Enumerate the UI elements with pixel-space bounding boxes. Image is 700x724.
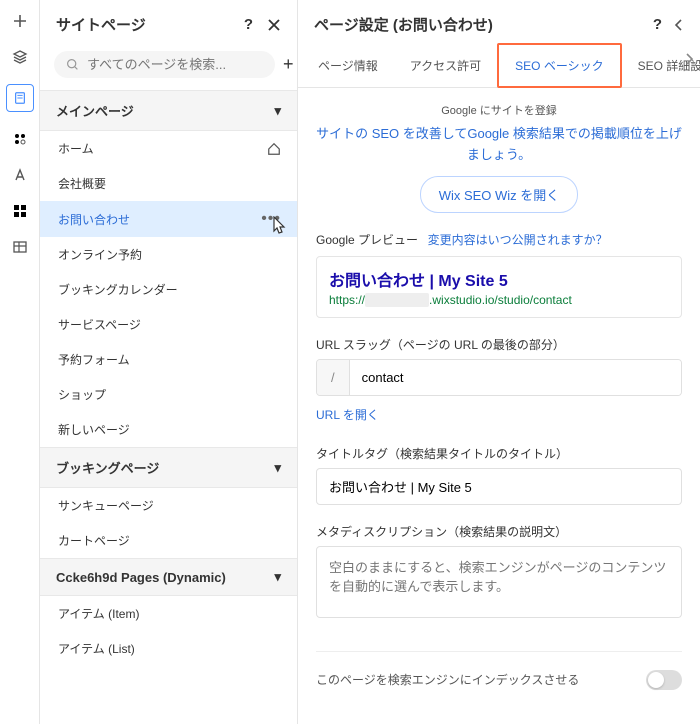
settings-title: ページ設定 (お問い合わせ) xyxy=(314,14,493,35)
preview-help-link[interactable]: 変更内容はいつ公開されますか？ xyxy=(428,233,608,247)
search-icon xyxy=(66,58,79,71)
layers-icon[interactable] xyxy=(11,48,29,66)
page-item[interactable]: 予約フォーム xyxy=(40,342,297,377)
meta-input[interactable] xyxy=(316,546,682,618)
page-item[interactable]: アイテム (List) xyxy=(40,631,297,666)
search-input[interactable] xyxy=(87,57,263,72)
help-icon[interactable]: ? xyxy=(244,16,253,33)
preview-url: https://xxxx.wixstudio.io/studio/contact xyxy=(329,293,669,307)
slug-prefix: / xyxy=(317,360,350,395)
page-item[interactable]: カートページ xyxy=(40,523,297,558)
page-item[interactable]: ショップ xyxy=(40,377,297,412)
titletag-input[interactable] xyxy=(316,468,682,505)
search-input-wrap[interactable] xyxy=(54,51,275,78)
slug-field: / xyxy=(316,359,682,396)
meta-label: メタディスクリプション（検索結果の説明文） xyxy=(316,523,682,540)
apps-icon[interactable] xyxy=(11,130,29,148)
pages-title: サイトページ xyxy=(56,14,146,35)
settings-tabs: ページ情報アクセス許可SEO ベーシックSEO 詳細設定 xyxy=(298,43,700,88)
tab-3[interactable]: SEO 詳細設定 xyxy=(622,45,700,86)
page-item[interactable]: アイテム (Item) xyxy=(40,596,297,631)
tab-2[interactable]: SEO ベーシック xyxy=(497,43,621,88)
chevron-left-icon[interactable] xyxy=(674,19,684,31)
page-item[interactable]: サービスページ xyxy=(40,307,297,342)
chevron-down-icon: ▾ xyxy=(274,103,281,119)
tabs-scroll-right[interactable] xyxy=(684,53,694,65)
preview-title: お問い合わせ | My Site 5 xyxy=(329,267,669,291)
open-url-link[interactable]: URL を開く xyxy=(316,406,682,423)
slug-input[interactable] xyxy=(350,360,681,395)
settings-panel: ページ設定 (お問い合わせ) ? ページ情報アクセス許可SEO ベーシックSEO… xyxy=(298,0,700,724)
page-item[interactable]: お問い合わせ••• xyxy=(40,201,297,237)
pages-icon[interactable] xyxy=(6,84,34,112)
add-page-button[interactable]: + xyxy=(283,54,294,75)
page-item[interactable]: 新しいページ xyxy=(40,412,297,447)
help-icon[interactable]: ? xyxy=(653,16,662,33)
slug-label: URL スラッグ（ページの URL の最後の部分） xyxy=(316,336,682,353)
more-icon[interactable]: ••• xyxy=(261,210,281,228)
page-item[interactable]: 会社概要 xyxy=(40,166,297,201)
titletag-label: タイトルタグ（検索結果タイトルのタイトル） xyxy=(316,445,682,462)
section-header[interactable]: ブッキングページ▾ xyxy=(40,447,297,488)
index-toggle[interactable] xyxy=(646,670,682,690)
section-header[interactable]: Ccke6h9d Pages (Dynamic)▾ xyxy=(40,558,297,596)
grid-icon[interactable] xyxy=(11,202,29,220)
index-label: このページを検索エンジンにインデックスさせる xyxy=(316,671,579,688)
page-item[interactable]: オンライン予約 xyxy=(40,237,297,272)
preview-label: Google プレビュー xyxy=(316,233,418,247)
improve-text: サイトの SEO を改善してGoogle 検索結果での掲載順位を上げましょう。 xyxy=(316,124,682,166)
page-item[interactable]: ホーム xyxy=(40,131,297,166)
data-icon[interactable] xyxy=(11,238,29,256)
chevron-down-icon: ▾ xyxy=(274,460,281,476)
text-icon[interactable] xyxy=(11,166,29,184)
close-icon[interactable] xyxy=(267,18,281,32)
tab-1[interactable]: アクセス許可 xyxy=(394,45,497,86)
tab-0[interactable]: ページ情報 xyxy=(302,45,394,86)
section-header[interactable]: メインページ▾ xyxy=(40,90,297,131)
pages-panel: サイトページ ? + メインページ▾ホーム会社概要お問い合わせ•••オンライン予… xyxy=(40,0,298,724)
chevron-down-icon: ▾ xyxy=(274,569,281,585)
add-icon[interactable] xyxy=(11,12,29,30)
page-item[interactable]: サンキューページ xyxy=(40,488,297,523)
page-item[interactable]: ブッキングカレンダー xyxy=(40,272,297,307)
seo-wiz-button[interactable]: Wix SEO Wiz を開く xyxy=(420,176,579,213)
home-icon xyxy=(267,142,281,156)
register-text: Google にサイトを登録 xyxy=(316,102,682,118)
google-preview: お問い合わせ | My Site 5 https://xxxx.wixstudi… xyxy=(316,256,682,318)
